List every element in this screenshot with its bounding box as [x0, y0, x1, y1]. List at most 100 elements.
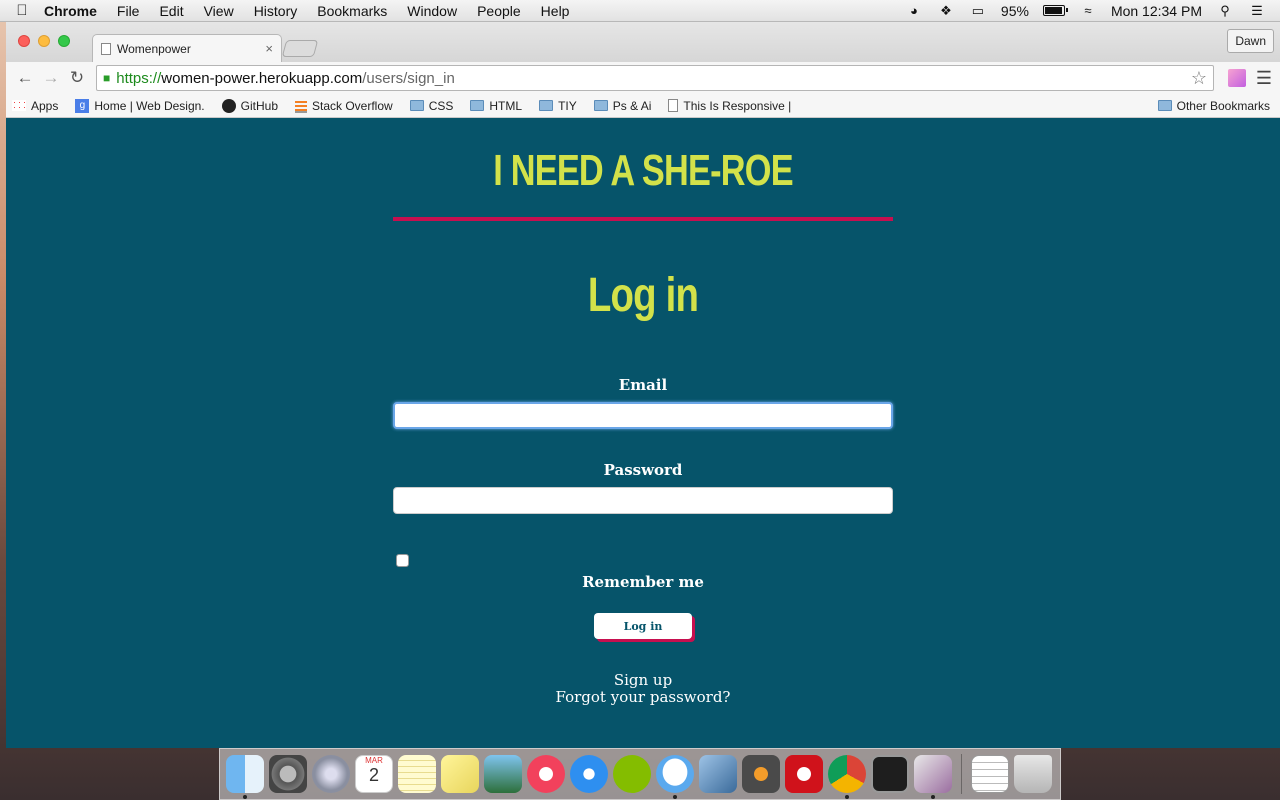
stack-overflow-icon	[295, 98, 307, 113]
bookmark-label: CSS	[428, 98, 454, 113]
menu-bookmarks[interactable]: Bookmarks	[317, 3, 387, 19]
messages-icon[interactable]	[656, 755, 694, 799]
password-field[interactable]	[393, 487, 893, 514]
spotify-icon[interactable]	[613, 755, 651, 793]
spotlight-search-icon[interactable]: ⚲	[1216, 3, 1234, 19]
tab-womenpower[interactable]: Womenpower ×	[92, 34, 282, 62]
new-tab-button[interactable]	[281, 40, 319, 57]
wifi-icon[interactable]: ≈	[1079, 3, 1097, 19]
battery-icon[interactable]	[1042, 5, 1068, 16]
app-store-icon[interactable]	[570, 755, 608, 793]
notes-icon[interactable]	[398, 755, 436, 793]
github-icon	[221, 98, 236, 113]
battery-percent: 95%	[1000, 2, 1029, 19]
bookmark-label: Apps	[31, 98, 59, 113]
airplay-icon[interactable]: ▭	[969, 3, 987, 19]
creative-cloud-icon[interactable]: ◕	[905, 3, 923, 19]
bookmark-home-web-design[interactable]: g Home | Web Design.	[75, 98, 205, 113]
finder-icon[interactable]	[226, 755, 264, 799]
page-title: Log in	[587, 269, 699, 322]
browser-toolbar: ← → ↻ ■ https:// women-power.herokuapp.c…	[6, 62, 1280, 94]
iphoto-icon[interactable]	[484, 755, 522, 793]
bookmark-label: TIY	[558, 98, 577, 113]
bookmark-label: HTML	[489, 98, 523, 113]
minimize-window-button[interactable]	[38, 35, 50, 47]
bookmark-label: GitHub	[240, 98, 278, 113]
bookmarks-bar: Apps g Home | Web Design. GitHub Stack Ov…	[6, 94, 1280, 118]
bookmark-star-icon[interactable]: ☆	[1191, 68, 1207, 89]
reload-icon[interactable]: ↻	[64, 68, 90, 88]
menu-edit[interactable]: Edit	[159, 3, 183, 19]
bookmark-label: This Is Responsive |	[683, 98, 792, 113]
macos-dock: MAR 2	[219, 748, 1061, 800]
bookmark-github[interactable]: GitHub	[221, 98, 278, 113]
chrome-icon[interactable]	[828, 755, 866, 799]
remember-me-checkbox[interactable]	[396, 554, 409, 567]
sign-up-link[interactable]: Sign up	[393, 671, 893, 689]
slack-icon[interactable]	[914, 755, 952, 799]
bookmark-folder-html[interactable]: HTML	[470, 99, 522, 113]
calendar-month: MAR	[365, 756, 383, 765]
menu-history[interactable]: History	[254, 3, 298, 19]
bookmark-folder-css[interactable]: CSS	[409, 98, 454, 113]
terminal-icon[interactable]	[871, 755, 909, 793]
back-arrow-icon[interactable]: ←	[12, 68, 38, 88]
forgot-password-link[interactable]: Forgot your password?	[393, 688, 893, 706]
calendar-icon[interactable]: MAR 2	[355, 755, 393, 793]
menu-clock[interactable]: Mon 12:34 PM	[1111, 3, 1202, 19]
folder-icon	[409, 100, 424, 111]
close-window-button[interactable]	[18, 35, 30, 47]
log-in-button[interactable]: Log in	[594, 613, 692, 639]
trash-icon[interactable]	[1014, 755, 1052, 793]
menu-people[interactable]: People	[477, 3, 521, 19]
menu-file[interactable]: File	[117, 3, 140, 19]
downloads-stack-icon[interactable]	[971, 755, 1009, 793]
itunes-icon[interactable]	[527, 755, 565, 793]
remember-me-label: Remember me	[582, 573, 704, 591]
notification-center-icon[interactable]: ☰	[1248, 3, 1266, 19]
tab-close-icon[interactable]: ×	[265, 41, 273, 56]
menu-app-name[interactable]: Chrome	[44, 3, 97, 19]
calendar-day: 2	[368, 765, 379, 785]
profile-button[interactable]: Dawn	[1227, 29, 1274, 53]
extension-icon[interactable]	[1228, 69, 1246, 87]
stickies-icon[interactable]	[441, 755, 479, 793]
folder-icon	[470, 100, 485, 111]
chrome-menu-icon[interactable]: ☰	[1254, 68, 1274, 89]
address-bar[interactable]: ■ https:// women-power.herokuapp.com /us…	[96, 65, 1214, 91]
web-page: I NEED A SHE-ROE Log in Email Password R…	[6, 118, 1280, 748]
folder-icon	[593, 100, 608, 111]
macos-menu-bar:  Chrome File Edit View History Bookmark…	[0, 0, 1280, 22]
folder-icon	[1157, 100, 1172, 111]
zoom-window-button[interactable]	[58, 35, 70, 47]
password-label: Password	[603, 461, 683, 479]
dock-separator	[961, 754, 962, 794]
google-icon: g	[75, 98, 90, 113]
preview-icon[interactable]	[699, 755, 737, 793]
dropbox-icon[interactable]: ❖	[937, 3, 955, 19]
url-host: women-power.herokuapp.com	[161, 69, 363, 87]
bookmark-apps[interactable]: Apps	[12, 99, 58, 113]
page-icon	[101, 42, 111, 55]
creative-cloud-icon[interactable]	[785, 755, 823, 793]
url-scheme: https://	[116, 69, 162, 87]
email-field[interactable]	[393, 402, 893, 429]
chrome-window: Womenpower × Dawn ← → ↻ ■ https:// women…	[6, 22, 1280, 748]
tab-title: Womenpower	[117, 41, 191, 56]
bookmark-stack-overflow[interactable]: Stack Overflow	[295, 98, 393, 113]
title-divider	[393, 217, 893, 221]
sublime-text-icon[interactable]	[742, 755, 780, 793]
bookmark-other-bookmarks[interactable]: Other Bookmarks	[1157, 99, 1270, 113]
site-title[interactable]: I NEED A SHE-ROE	[448, 146, 838, 196]
launchpad-icon[interactable]	[312, 755, 350, 793]
menu-view[interactable]: View	[204, 3, 234, 19]
email-label: Email	[618, 376, 668, 394]
bookmark-folder-ps-ai[interactable]: Ps & Ai	[593, 99, 651, 113]
apple-icon[interactable]: 	[0, 2, 44, 19]
bookmark-folder-tiy[interactable]: TIY	[539, 99, 577, 113]
menu-help[interactable]: Help	[541, 3, 570, 19]
forward-arrow-icon[interactable]: →	[38, 68, 64, 88]
menu-window[interactable]: Window	[407, 3, 457, 19]
bookmark-this-is-responsive[interactable]: This Is Responsive |	[668, 99, 791, 113]
system-preferences-icon[interactable]	[269, 755, 307, 793]
